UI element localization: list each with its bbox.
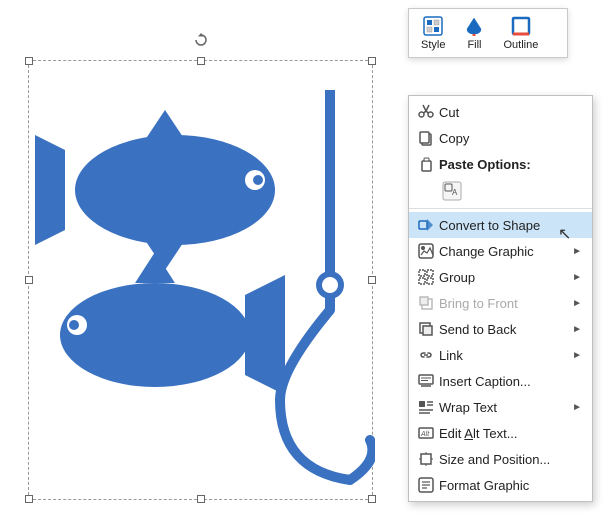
format-toolbar: Style Fill Outline <box>408 8 568 58</box>
menu-item-paste-a[interactable]: A <box>409 177 592 205</box>
handle-top-mid[interactable] <box>197 57 205 65</box>
toolbar-fill[interactable]: Fill <box>459 13 489 53</box>
group-arrow: ► <box>568 272 582 283</box>
handle-bot-left[interactable] <box>25 495 33 503</box>
format-graphic-icon <box>415 477 437 493</box>
handle-top-right[interactable] <box>368 57 376 65</box>
context-menu: Cut Copy Paste Options: A Convert to Sha… <box>408 95 593 502</box>
fish-svg <box>35 70 375 500</box>
handle-top-left[interactable] <box>25 57 33 65</box>
cut-label: Cut <box>437 105 582 120</box>
menu-item-group[interactable]: Group ► <box>409 264 592 290</box>
edit-alt-text-label: Edit Alt Text... <box>437 426 582 441</box>
group-icon <box>415 269 437 285</box>
menu-item-send-to-back[interactable]: Send to Back ► <box>409 316 592 342</box>
paste-options-label: Paste Options: <box>437 157 582 172</box>
link-icon <box>415 347 437 363</box>
insert-caption-label: Insert Caption... <box>437 374 582 389</box>
menu-item-convert-to-shape[interactable]: Convert to Shape <box>409 212 592 238</box>
toolbar-style[interactable]: Style <box>417 13 449 53</box>
send-to-back-arrow: ► <box>568 324 582 335</box>
toolbar-outline[interactable]: Outline <box>499 13 542 53</box>
separator-1 <box>409 208 592 209</box>
convert-icon <box>415 217 437 233</box>
menu-item-size-and-position[interactable]: Size and Position... <box>409 446 592 472</box>
copy-label: Copy <box>437 131 582 146</box>
style-icon <box>422 15 444 37</box>
menu-item-copy[interactable]: Copy <box>409 125 592 151</box>
change-graphic-arrow: ► <box>568 246 582 257</box>
canvas-area <box>0 0 390 522</box>
style-label: Style <box>421 39 445 51</box>
bring-to-front-arrow: ► <box>568 298 582 309</box>
copy-icon <box>415 130 437 146</box>
menu-item-format-graphic[interactable]: Format Graphic <box>409 472 592 498</box>
menu-item-edit-alt-text[interactable]: Alt Edit Alt Text... <box>409 420 592 446</box>
convert-to-shape-label: Convert to Shape <box>437 218 582 233</box>
menu-item-wrap-text[interactable]: Wrap Text ► <box>409 394 592 420</box>
fill-icon <box>463 15 485 37</box>
size-position-icon <box>415 451 437 467</box>
menu-item-bring-to-front[interactable]: Bring to Front ► <box>409 290 592 316</box>
alt-text-icon: Alt <box>415 425 437 441</box>
bring-front-icon <box>415 295 437 311</box>
outline-label: Outline <box>503 39 538 51</box>
fill-label: Fill <box>467 39 481 51</box>
link-label: Link <box>437 348 568 363</box>
menu-item-insert-caption[interactable]: Insert Caption... <box>409 368 592 394</box>
caption-icon <box>415 373 437 389</box>
paste-icon <box>415 156 437 172</box>
group-label: Group <box>437 270 568 285</box>
svg-text:A: A <box>452 188 458 197</box>
menu-item-cut[interactable]: Cut <box>409 99 592 125</box>
link-arrow: ► <box>568 350 582 361</box>
wrap-text-arrow: ► <box>568 402 582 413</box>
rotate-handle[interactable] <box>194 33 208 47</box>
menu-item-link[interactable]: Link ► <box>409 342 592 368</box>
change-graphic-label: Change Graphic <box>437 244 568 259</box>
format-graphic-label: Format Graphic <box>437 478 582 493</box>
paste-a-icon: A <box>441 181 463 201</box>
size-and-position-label: Size and Position... <box>437 452 582 467</box>
fish-graphic <box>35 70 375 500</box>
change-graphic-icon <box>415 243 437 259</box>
wrap-text-icon <box>415 399 437 415</box>
handle-mid-left[interactable] <box>25 276 33 284</box>
wrap-text-label: Wrap Text <box>437 400 568 415</box>
outline-icon <box>510 15 532 37</box>
menu-item-change-graphic[interactable]: Change Graphic ► <box>409 238 592 264</box>
menu-item-paste-options[interactable]: Paste Options: <box>409 151 592 177</box>
send-back-icon <box>415 321 437 337</box>
send-to-back-label: Send to Back <box>437 322 568 337</box>
bring-to-front-label: Bring to Front <box>437 296 568 311</box>
svg-text:Alt: Alt <box>420 431 430 438</box>
cut-icon <box>415 104 437 120</box>
